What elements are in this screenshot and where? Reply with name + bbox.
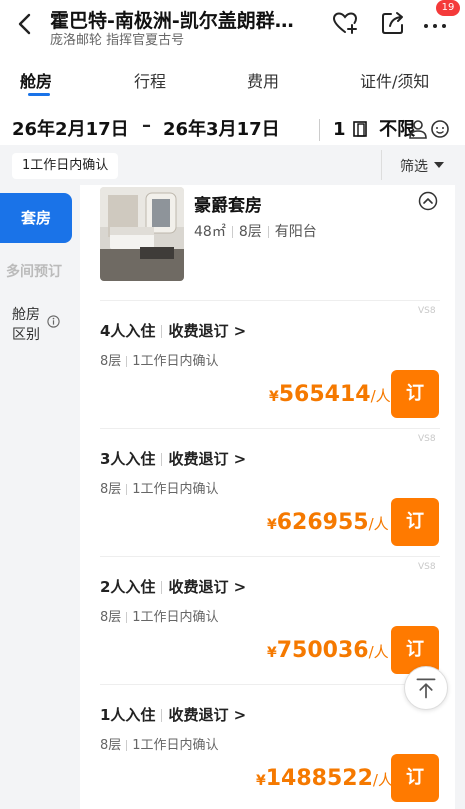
divider: [100, 556, 440, 557]
currency-symbol: ¥: [267, 517, 277, 533]
end-date[interactable]: 26年3月17日: [163, 115, 280, 141]
tab-bar: 舱房 行程 费用 证件/须知: [0, 60, 465, 100]
confirm-time: 1工作日内确认: [132, 610, 219, 625]
currency-symbol: ¥: [267, 645, 277, 661]
occupancy-policy[interactable]: 3人入住 收费退订 >: [100, 448, 246, 469]
price-option: VS8 2人入住 收费退订 > 8层 1工作日内确认 ¥750036/人 订: [86, 556, 455, 684]
cancellation-policy-link[interactable]: 收费退订 >: [168, 450, 246, 468]
price-unit: /人: [368, 643, 389, 661]
rate-code: VS8: [418, 306, 436, 316]
room-attributes: 48㎡ 8层 有阳台: [194, 221, 317, 241]
occupancy-policy[interactable]: 4人入住 收费退订 >: [100, 320, 246, 341]
sidebar-item-label: 舱房: [12, 307, 40, 323]
price: ¥1488522/人: [256, 766, 393, 791]
room-deck: 8层: [238, 224, 262, 240]
adult-icon: [409, 120, 427, 139]
room-photo[interactable]: [100, 187, 184, 281]
sidebar-item-cabin-differences[interactable]: 舱房 区别: [12, 305, 40, 345]
cancellation-policy-link[interactable]: 收费退订 >: [168, 706, 246, 724]
currency-symbol: ¥: [269, 389, 279, 405]
price-option: 1人入住 收费退订 > 8层 1工作日内确认 ¥1488522/人 订: [86, 684, 455, 809]
cancellation-policy-link[interactable]: 收费退订 >: [168, 578, 246, 596]
book-button[interactable]: 订: [391, 370, 439, 418]
panel-edge: [455, 185, 465, 809]
tab-cabins[interactable]: 舱房: [20, 68, 52, 92]
notification-badge: 19: [436, 0, 460, 16]
cancellation-policy-link[interactable]: 收费退订 >: [168, 322, 246, 340]
top-bar: 霍巴特-南极洲-凯尔盖朗群… 庞洛邮轮 指挥官夏古号 19: [0, 0, 465, 56]
filter-button[interactable]: 筛选: [400, 156, 428, 176]
sidebar-item-suites[interactable]: 套房: [0, 193, 72, 243]
deck: 8层: [100, 610, 122, 625]
ship-name: 庞洛邮轮 指挥官夏古号: [50, 33, 185, 48]
price: ¥565414/人: [269, 382, 391, 407]
occupancy: 3人入住: [100, 450, 156, 468]
deck: 8层: [100, 738, 122, 753]
confirm-time: 1工作日内确认: [132, 482, 219, 497]
cabin-count: 1: [333, 119, 346, 140]
chevron-down-icon: [434, 162, 444, 168]
active-tab-indicator: [28, 93, 50, 96]
scroll-to-top-icon[interactable]: [404, 666, 448, 710]
currency-symbol: ¥: [256, 773, 266, 789]
info-icon[interactable]: [47, 315, 60, 328]
divider: [381, 150, 382, 180]
door-icon: [353, 121, 367, 137]
occupancy: 4人入住: [100, 322, 156, 340]
share-icon[interactable]: [380, 10, 406, 36]
price-value: 750036: [276, 638, 369, 663]
rate-code: VS8: [418, 434, 436, 444]
offer-meta: 8层 1工作日内确认: [100, 478, 219, 497]
room-panel: 豪爵套房 48㎡ 8层 有阳台 VS8 4人入住 收费退订 > 8层 1工作日内确认 ¥…: [86, 185, 455, 809]
price-value: 626955: [276, 510, 369, 535]
confirm-time-chip[interactable]: 1工作日内确认: [12, 153, 119, 179]
start-date[interactable]: 26年2月17日: [12, 115, 129, 141]
occupancy-policy[interactable]: 2人入住 收费退订 >: [100, 576, 246, 597]
divider: [319, 119, 320, 141]
deck: 8层: [100, 354, 122, 369]
sidebar-item-multi-booking: 多间预订: [6, 264, 62, 280]
room-name: 豪爵套房: [194, 196, 262, 216]
offer-meta: 8层 1工作日内确认: [100, 606, 219, 625]
room-balcony: 有阳台: [274, 224, 317, 240]
confirm-time: 1工作日内确认: [132, 354, 219, 369]
offer-meta: 8层 1工作日内确认: [100, 350, 219, 369]
price-option: VS8 3人入住 收费退订 > 8层 1工作日内确认 ¥626955/人 订: [86, 428, 455, 556]
occupancy: 1人入住: [100, 706, 156, 724]
date-separator: –: [142, 115, 151, 136]
quick-filter-bar: 1工作日内确认 筛选: [0, 145, 465, 185]
child-icon: [431, 120, 449, 138]
favorite-heart-icon[interactable]: [332, 10, 358, 36]
cabin-category-sidebar: 套房 多间预订 舱房 区别: [0, 185, 80, 809]
date-selector[interactable]: 26年2月17日 – 26年3月17日 1 不限: [0, 105, 465, 149]
offer-meta: 8层 1工作日内确认: [100, 734, 219, 753]
back-arrow-icon[interactable]: [14, 12, 38, 36]
divider: [100, 428, 440, 429]
sidebar-item-label: 区别: [12, 327, 40, 343]
confirm-time: 1工作日内确认: [132, 738, 219, 753]
price-unit: /人: [372, 771, 393, 789]
divider: [100, 300, 440, 301]
book-button[interactable]: 订: [391, 754, 439, 802]
rate-code: VS8: [418, 562, 436, 572]
price-value: 1488522: [265, 766, 373, 791]
tab-fees[interactable]: 费用: [247, 68, 279, 92]
price-unit: /人: [370, 387, 391, 405]
deck: 8层: [100, 482, 122, 497]
collapse-chevron-up-icon[interactable]: [418, 191, 438, 211]
room-area: 48㎡: [194, 224, 226, 240]
occupancy: 2人入住: [100, 578, 156, 596]
price-option: VS8 4人入住 收费退订 > 8层 1工作日内确认 ¥565414/人 订: [86, 300, 455, 428]
tab-itinerary[interactable]: 行程: [134, 68, 166, 92]
price: ¥750036/人: [267, 638, 389, 663]
divider: [100, 684, 440, 685]
price: ¥626955/人: [267, 510, 389, 535]
cabin-guest-selector[interactable]: 1 不限: [333, 115, 415, 141]
tab-documents[interactable]: 证件/须知: [360, 68, 429, 92]
price-unit: /人: [368, 515, 389, 533]
book-button[interactable]: 订: [391, 498, 439, 546]
price-value: 565414: [278, 382, 371, 407]
occupancy-policy[interactable]: 1人入住 收费退订 >: [100, 704, 246, 725]
